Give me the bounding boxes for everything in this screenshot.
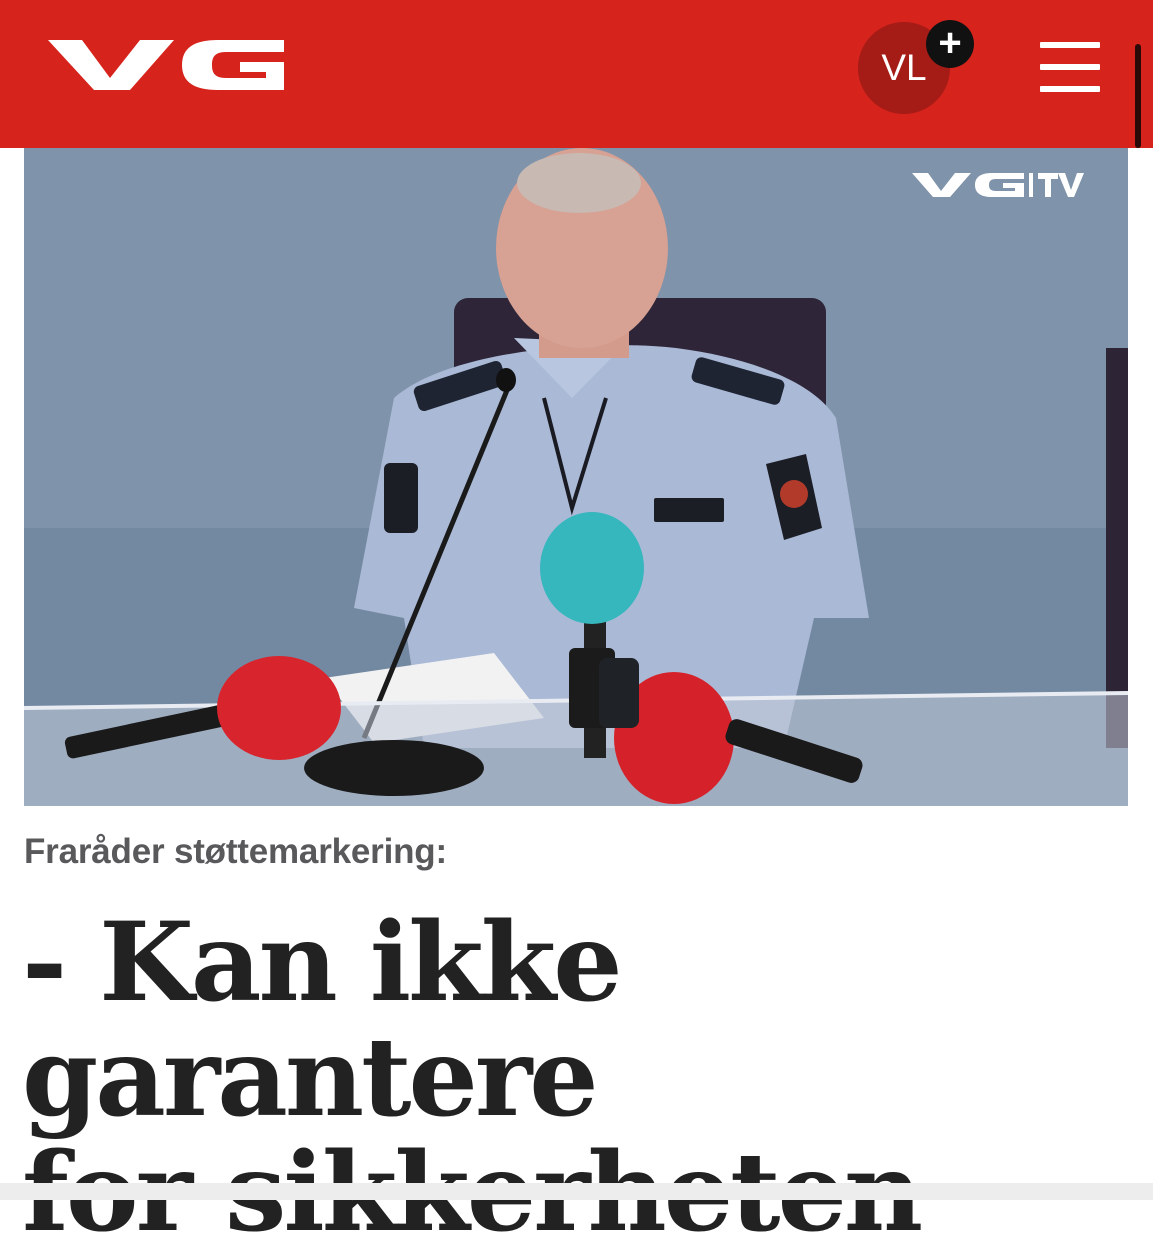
scrollbar[interactable]	[1135, 44, 1141, 148]
plus-subscription-badge[interactable]: +	[926, 20, 974, 68]
top-navigation-bar: VL +	[0, 0, 1153, 148]
next-article-divider	[0, 1183, 1153, 1200]
video-thumbnail[interactable]	[24, 148, 1128, 806]
article-kicker[interactable]: Fraråder støttemarkering:	[24, 832, 447, 872]
vg-logo[interactable]	[48, 38, 286, 92]
headline-line-1: - Kan ikke garantere	[22, 898, 623, 1141]
hamburger-menu-icon[interactable]	[1040, 40, 1100, 92]
vgtv-watermark-logo	[912, 172, 1084, 198]
